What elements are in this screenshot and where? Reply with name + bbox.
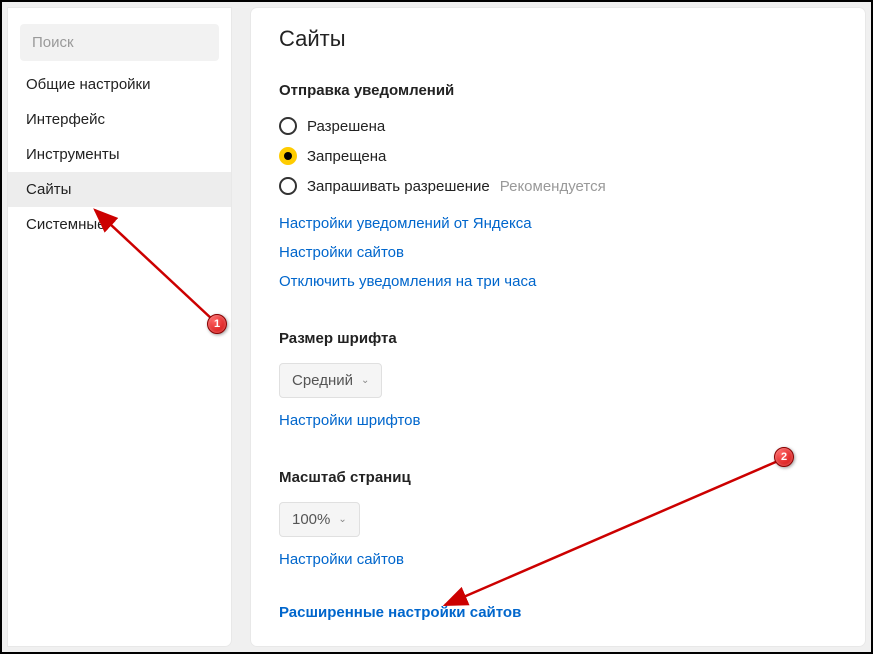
notifications-heading: Отправка уведомлений xyxy=(279,82,837,99)
settings-sidebar: Поиск Общие настройки Интерфейс Инструме… xyxy=(8,8,231,646)
link-yandex-notifications[interactable]: Настройки уведомлений от Яндекса xyxy=(279,209,532,238)
sidebar-item-tools[interactable]: Инструменты xyxy=(8,137,231,172)
recommended-hint: Рекомендуется xyxy=(500,178,606,195)
scale-heading: Масштаб страниц xyxy=(279,469,837,486)
scale-value: 100% xyxy=(292,511,330,528)
annotation-badge-2: 2 xyxy=(774,447,794,467)
sidebar-item-general[interactable]: Общие настройки xyxy=(8,67,231,102)
radio-icon xyxy=(279,147,297,165)
sidebar-item-system[interactable]: Системные xyxy=(8,207,231,242)
link-site-settings[interactable]: Настройки сайтов xyxy=(279,238,404,267)
link-scale-site-settings[interactable]: Настройки сайтов xyxy=(279,545,404,574)
radio-label: Разрешена xyxy=(307,118,385,135)
radio-label: Запрашивать разрешение xyxy=(307,178,490,195)
font-size-value: Средний xyxy=(292,372,353,389)
sidebar-item-interface[interactable]: Интерфейс xyxy=(8,102,231,137)
radio-blocked[interactable]: Запрещена xyxy=(279,141,837,171)
main-content: Сайты Отправка уведомлений Разрешена Зап… xyxy=(251,8,865,646)
link-advanced-site-settings[interactable]: Расширенные настройки сайтов xyxy=(279,598,521,627)
page-title: Сайты xyxy=(279,26,837,52)
radio-icon xyxy=(279,117,297,135)
search-input[interactable]: Поиск xyxy=(20,24,219,61)
font-size-select[interactable]: Средний ⌄ xyxy=(279,363,382,398)
scale-select[interactable]: 100% ⌄ xyxy=(279,502,360,537)
link-disable-3h[interactable]: Отключить уведомления на три часа xyxy=(279,267,536,296)
sidebar-item-sites[interactable]: Сайты xyxy=(8,172,231,207)
radio-label: Запрещена xyxy=(307,148,386,165)
font-size-heading: Размер шрифта xyxy=(279,330,837,347)
annotation-badge-1: 1 xyxy=(207,314,227,334)
radio-allowed[interactable]: Разрешена xyxy=(279,111,837,141)
link-font-settings[interactable]: Настройки шрифтов xyxy=(279,406,421,435)
radio-ask[interactable]: Запрашивать разрешение Рекомендуется xyxy=(279,171,837,201)
radio-icon xyxy=(279,177,297,195)
chevron-down-icon: ⌄ xyxy=(361,375,369,386)
chevron-down-icon: ⌄ xyxy=(338,514,346,525)
